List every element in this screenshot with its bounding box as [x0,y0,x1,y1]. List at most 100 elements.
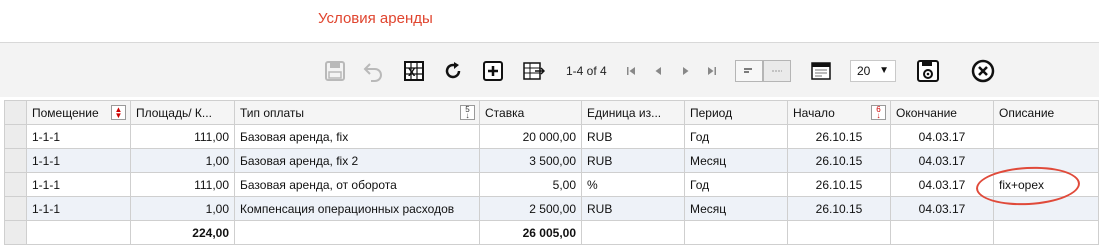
cell-description[interactable]: fix+opex [993,172,1099,197]
cell-period[interactable]: Год [684,172,788,197]
table-row[interactable]: 1-1-1 1,00 Компенсация операционных расх… [4,196,1099,221]
row-header[interactable] [4,172,27,197]
cell-end[interactable]: 04.03.17 [890,172,994,197]
cell-area[interactable]: 1,00 [130,196,235,221]
cell-room[interactable]: 1-1-1 [26,124,131,149]
last-page-button[interactable] [705,64,719,78]
cell-room[interactable]: 1-1-1 [26,172,131,197]
sort-icon[interactable]: 6 ↓ [871,105,886,120]
total-unit [581,220,685,245]
cell-unit[interactable]: RUB [581,124,685,149]
first-page-icon [627,67,635,75]
cell-rate[interactable]: 3 500,00 [479,148,582,173]
filter-sort-icon[interactable]: ▲ ▼ [111,105,126,120]
cell-period[interactable]: Месяц [684,196,788,221]
svg-text:X: X [408,67,416,79]
chevron-down-icon: ▼ [879,65,889,76]
save-button[interactable] [322,58,348,84]
cell-period[interactable]: Месяц [684,148,788,173]
first-page-button[interactable] [624,64,638,78]
total-room [26,220,131,245]
column-header-start[interactable]: Начало 6 ↓ [787,100,891,125]
total-area: 224,00 [130,220,235,245]
cell-rate[interactable]: 2 500,00 [479,196,582,221]
cell-payment-type[interactable]: Базовая аренда, fix [234,124,480,149]
row-header [4,220,27,245]
undo-icon [363,63,382,82]
total-period [684,220,788,245]
total-end [890,220,994,245]
lease-terms-table: Помещение ▲ ▼ Площадь/ К... Тип оплаты 5 ↓ С… [4,100,1099,245]
row-header[interactable] [4,148,27,173]
cell-area[interactable]: 111,00 [130,124,235,149]
sort-icon[interactable]: 5 ↓ [460,105,475,120]
column-header-area[interactable]: Площадь/ К... [130,100,235,125]
window-button[interactable] [808,58,834,84]
save-settings-button[interactable] [915,58,941,84]
cell-room[interactable]: 1-1-1 [26,196,131,221]
total-start [787,220,891,245]
add-button[interactable] [480,58,506,84]
line-icon [772,70,782,72]
column-header-room[interactable]: Помещение ▲ ▼ [26,100,131,125]
cell-start[interactable]: 26.10.15 [787,196,891,221]
cell-start[interactable]: 26.10.15 [787,148,891,173]
table-row[interactable]: 1-1-1 1,00 Базовая аренда, fix 2 3 500,0… [4,148,1099,173]
next-page-button[interactable] [679,64,693,78]
cell-start[interactable]: 26.10.15 [787,124,891,149]
refresh-icon [445,62,461,79]
cell-unit[interactable]: % [581,172,685,197]
close-icon [971,59,995,83]
totals-row: 224,00 26 005,00 [4,220,1099,245]
total-description [993,220,1099,245]
prev-page-button[interactable] [651,64,665,78]
align-toggle-button[interactable] [735,60,763,82]
cell-room[interactable]: 1-1-1 [26,148,131,173]
column-header-rate[interactable]: Ставка [479,100,582,125]
cell-area[interactable]: 111,00 [130,172,235,197]
column-header-description[interactable]: Описание [993,100,1099,125]
refresh-button[interactable] [440,58,466,84]
column-header-end[interactable]: Окончание [890,100,994,125]
page-size-value: 20 [857,64,871,78]
cell-rate[interactable]: 5,00 [479,172,582,197]
cell-description[interactable] [993,196,1099,221]
cell-period[interactable]: Год [684,124,788,149]
cell-unit[interactable]: RUB [581,196,685,221]
export-button[interactable] [520,58,546,84]
table-row[interactable]: 1-1-1 111,00 Базовая аренда, fix 20 000,… [4,124,1099,149]
cell-rate[interactable]: 20 000,00 [479,124,582,149]
cell-description[interactable] [993,148,1099,173]
page-size-select[interactable]: 20 ▼ [850,60,896,82]
close-button[interactable] [970,58,996,84]
excel-icon: X [404,61,424,81]
export-excel-button[interactable]: X [401,58,427,84]
settings-save-icon [917,60,939,82]
align-icon [744,68,752,73]
cell-description[interactable] [993,124,1099,149]
table-header-row: Помещение ▲ ▼ Площадь/ К... Тип оплаты 5 ↓ С… [4,100,1099,125]
column-header-payment-type[interactable]: Тип оплаты 5 ↓ [234,100,480,125]
cell-payment-type[interactable]: Базовая аренда, fix 2 [234,148,480,173]
line-toggle-button[interactable] [763,60,791,82]
cell-area[interactable]: 1,00 [130,148,235,173]
column-header-period[interactable]: Период [684,100,788,125]
cell-end[interactable]: 04.03.17 [890,124,994,149]
table-row[interactable]: 1-1-1 111,00 Базовая аренда, от оборота … [4,172,1099,197]
page-title: Условия аренды [318,10,433,27]
total-rate: 26 005,00 [479,220,582,245]
save-icon [325,61,345,81]
add-icon [483,61,503,81]
column-header-unit[interactable]: Единица из... [581,100,685,125]
undo-button[interactable] [360,58,386,84]
row-header[interactable] [4,124,27,149]
cell-start[interactable]: 26.10.15 [787,172,891,197]
cell-unit[interactable]: RUB [581,148,685,173]
cell-end[interactable]: 04.03.17 [890,148,994,173]
cell-payment-type[interactable]: Базовая аренда, от оборота [234,172,480,197]
cell-end[interactable]: 04.03.17 [890,196,994,221]
next-page-icon [683,67,689,75]
row-header[interactable] [4,196,27,221]
prev-page-icon [655,67,661,75]
cell-payment-type[interactable]: Компенсация операционных расходов [234,196,480,221]
